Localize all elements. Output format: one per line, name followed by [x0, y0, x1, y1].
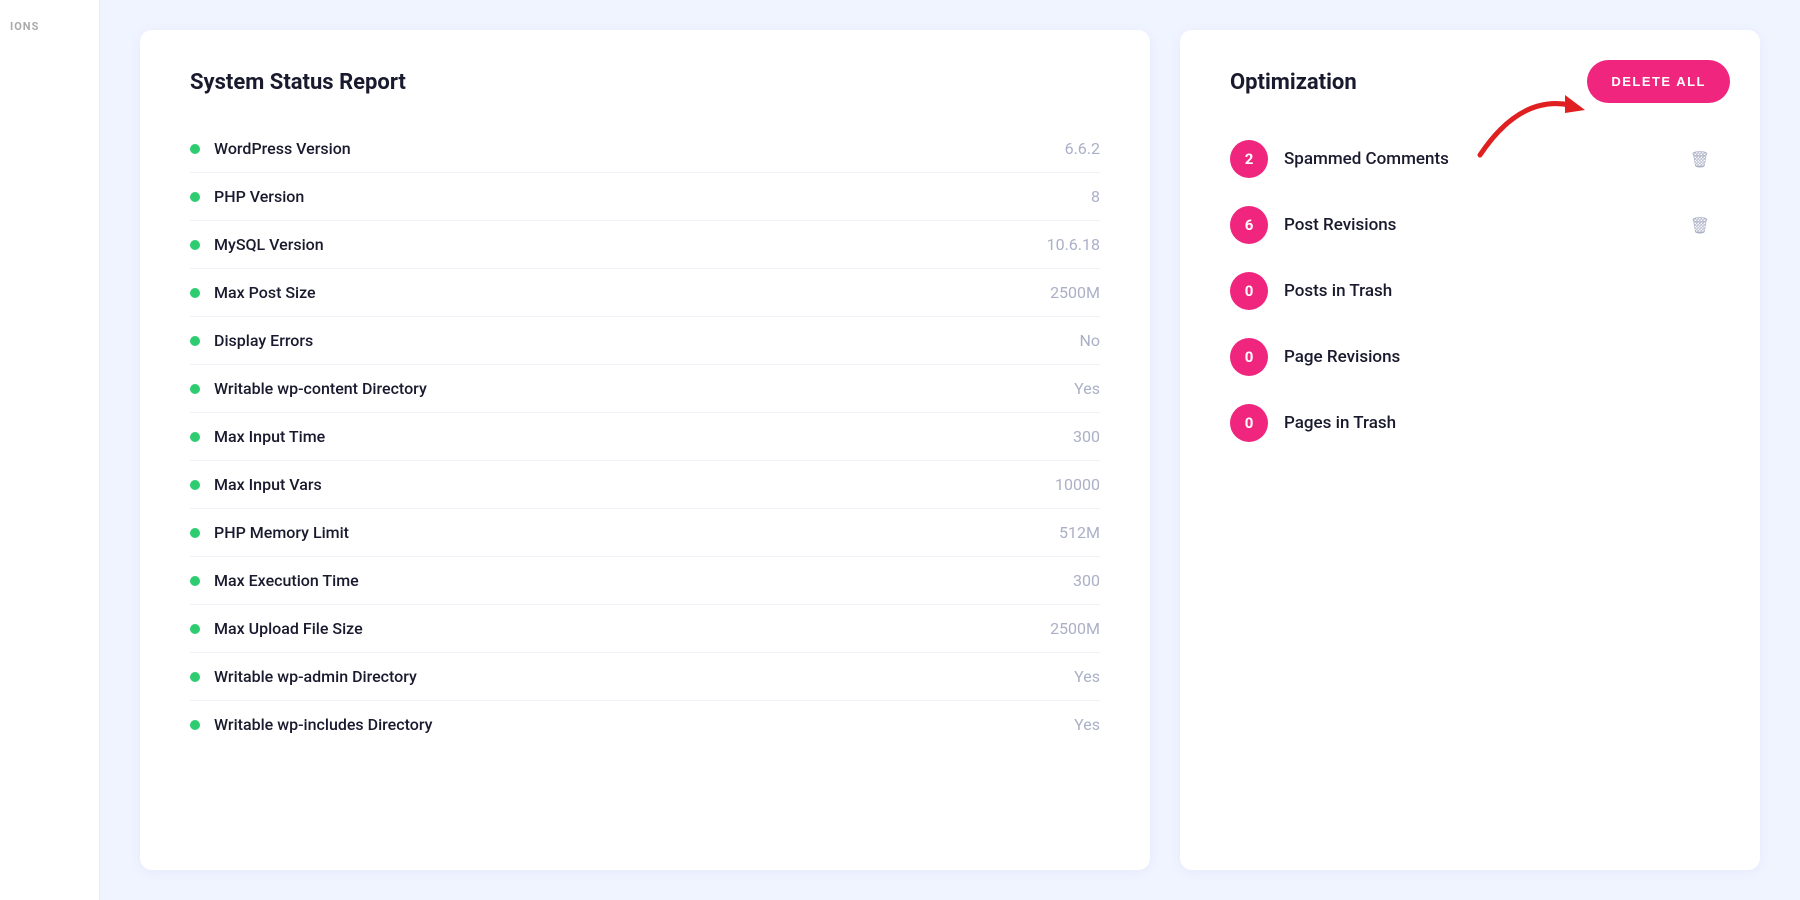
status-item-left: Max Post Size: [190, 283, 316, 302]
status-dot: [190, 288, 200, 298]
status-dot: [190, 576, 200, 586]
status-item-left: Writable wp-admin Directory: [190, 667, 417, 686]
status-item-value: 2500M: [1050, 283, 1100, 302]
status-item: Writable wp-content Directory Yes: [190, 365, 1100, 413]
status-dot: [190, 720, 200, 730]
opt-item-label: Spammed Comments: [1284, 149, 1674, 169]
opt-item-label: Posts in Trash: [1284, 281, 1710, 301]
opt-item-label: Post Revisions: [1284, 215, 1674, 235]
status-item-value: 6.6.2: [1065, 139, 1100, 158]
opt-badge: 6: [1230, 206, 1268, 244]
status-item: Writable wp-admin Directory Yes: [190, 653, 1100, 701]
opt-badge: 0: [1230, 338, 1268, 376]
opt-item-label: Page Revisions: [1284, 347, 1710, 367]
trash-icon[interactable]: 🗑: [1690, 150, 1710, 169]
opt-item: 6 Post Revisions 🗑: [1230, 196, 1710, 254]
status-dot: [190, 528, 200, 538]
opt-item: 2 Spammed Comments 🗑: [1230, 130, 1710, 188]
status-item: PHP Version 8: [190, 173, 1100, 221]
status-item-value: 8: [1091, 187, 1100, 206]
status-item: Max Input Vars 10000: [190, 461, 1100, 509]
status-item: Max Post Size 2500M: [190, 269, 1100, 317]
status-item-value: 300: [1073, 427, 1100, 446]
opt-item: 0 Posts in Trash: [1230, 262, 1710, 320]
status-item-value: Yes: [1074, 667, 1100, 686]
opt-badge: 0: [1230, 272, 1268, 310]
status-item-left: MySQL Version: [190, 235, 324, 254]
trash-icon[interactable]: 🗑: [1690, 216, 1710, 235]
status-item-value: Yes: [1074, 715, 1100, 734]
status-dot: [190, 432, 200, 442]
status-dot: [190, 672, 200, 682]
status-item-left: Writable wp-includes Directory: [190, 715, 432, 734]
opt-badge: 0: [1230, 404, 1268, 442]
status-item-value: 300: [1073, 571, 1100, 590]
status-item: Max Execution Time 300: [190, 557, 1100, 605]
status-item-value: No: [1079, 331, 1100, 350]
status-dot: [190, 480, 200, 490]
status-item: MySQL Version 10.6.18: [190, 221, 1100, 269]
status-item-label: MySQL Version: [214, 235, 324, 254]
opt-badge: 2: [1230, 140, 1268, 178]
status-item-value: 10.6.18: [1047, 235, 1100, 254]
status-item-label: Max Post Size: [214, 283, 316, 302]
status-dot: [190, 192, 200, 202]
opt-item-label: Pages in Trash: [1284, 413, 1710, 433]
status-item-label: Max Input Time: [214, 427, 325, 446]
status-dot: [190, 624, 200, 634]
sidebar: IONS: [0, 0, 100, 900]
status-item-left: Writable wp-content Directory: [190, 379, 427, 398]
status-item: Writable wp-includes Directory Yes: [190, 701, 1100, 748]
status-item-label: Display Errors: [214, 331, 313, 350]
status-item-left: PHP Memory Limit: [190, 523, 349, 542]
optimization-list: 2 Spammed Comments 🗑 6 Post Revisions 🗑 …: [1230, 130, 1710, 452]
system-status-panel: System Status Report WordPress Version 6…: [140, 30, 1150, 870]
status-item-label: Writable wp-admin Directory: [214, 667, 417, 686]
status-item-label: Writable wp-content Directory: [214, 379, 427, 398]
optimization-panel: Optimization DELETE ALL 2 Spammed Commen…: [1180, 30, 1760, 870]
status-item-left: Max Execution Time: [190, 571, 359, 590]
status-item-label: Max Input Vars: [214, 475, 322, 494]
status-item-left: Display Errors: [190, 331, 313, 350]
sidebar-label: IONS: [10, 20, 39, 33]
status-item-label: Max Execution Time: [214, 571, 359, 590]
status-dot: [190, 384, 200, 394]
status-item-value: Yes: [1074, 379, 1100, 398]
status-item-label: Writable wp-includes Directory: [214, 715, 432, 734]
status-item-value: 2500M: [1050, 619, 1100, 638]
status-item-left: Max Upload File Size: [190, 619, 363, 638]
status-item-label: PHP Memory Limit: [214, 523, 349, 542]
status-item: WordPress Version 6.6.2: [190, 125, 1100, 173]
main-content: System Status Report WordPress Version 6…: [100, 0, 1800, 900]
status-item: Display Errors No: [190, 317, 1100, 365]
status-item-value: 512M: [1059, 523, 1100, 542]
delete-all-button[interactable]: DELETE ALL: [1587, 60, 1730, 103]
status-item-left: Max Input Time: [190, 427, 325, 446]
status-item: PHP Memory Limit 512M: [190, 509, 1100, 557]
system-status-title: System Status Report: [190, 70, 1100, 95]
status-dot: [190, 240, 200, 250]
status-item-left: WordPress Version: [190, 139, 351, 158]
status-item-value: 10000: [1055, 475, 1100, 494]
status-item-left: PHP Version: [190, 187, 304, 206]
status-item-label: PHP Version: [214, 187, 304, 206]
status-item: Max Input Time 300: [190, 413, 1100, 461]
status-dot: [190, 336, 200, 346]
opt-item: 0 Page Revisions: [1230, 328, 1710, 386]
status-item-label: Max Upload File Size: [214, 619, 363, 638]
status-list: WordPress Version 6.6.2 PHP Version 8 My…: [190, 125, 1100, 748]
opt-item: 0 Pages in Trash: [1230, 394, 1710, 452]
status-item-label: WordPress Version: [214, 139, 351, 158]
status-dot: [190, 144, 200, 154]
status-item-left: Max Input Vars: [190, 475, 322, 494]
status-item: Max Upload File Size 2500M: [190, 605, 1100, 653]
